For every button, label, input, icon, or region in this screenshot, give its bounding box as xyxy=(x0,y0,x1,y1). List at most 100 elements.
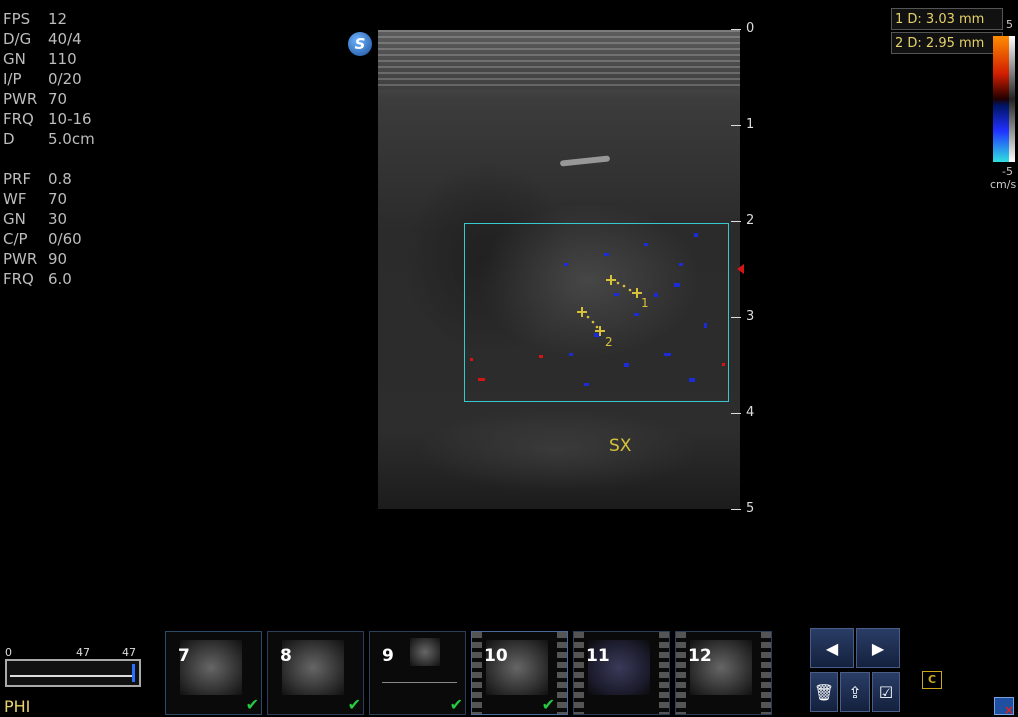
param-key: PRF xyxy=(3,170,32,188)
check-icon: ✔ xyxy=(541,695,555,714)
thumbnail-cine[interactable]: 10 ✔ xyxy=(471,631,568,715)
param-row: PWR 90 xyxy=(3,249,67,269)
prev-page-button[interactable]: ◀ xyxy=(810,628,854,668)
delete-button[interactable]: 🗑 xyxy=(810,672,838,712)
param-key: PWR xyxy=(3,250,38,268)
param-value: 30 xyxy=(48,210,68,228)
measurement-result-1: 1 D: 3.03 mm xyxy=(891,8,1003,30)
param-value: 90 xyxy=(48,250,68,268)
caliper-label-1: 1 xyxy=(641,296,649,310)
param-key: WF xyxy=(3,190,27,208)
param-value: 70 xyxy=(48,190,68,208)
clip-icon[interactable]: C xyxy=(922,671,942,689)
depth-tick xyxy=(731,125,741,126)
thumbnail-number: 9 xyxy=(382,646,394,666)
param-key: FRQ xyxy=(3,110,34,128)
phi-mid-label: 47 xyxy=(76,646,90,659)
param-key: GN xyxy=(3,50,26,68)
select-list-button[interactable]: ☑ xyxy=(872,672,900,712)
param-row: I/P 0/20 xyxy=(3,69,82,89)
param-value: 40/4 xyxy=(48,30,82,48)
param-value: 0/20 xyxy=(48,70,82,88)
grayscale-bar xyxy=(1009,36,1015,162)
param-row: FRQ 10-16 xyxy=(3,109,92,129)
param-key: PWR xyxy=(3,90,38,108)
param-value: 10-16 xyxy=(48,110,92,128)
thumbnail-number: 10 xyxy=(484,646,508,666)
param-key: C/P xyxy=(3,230,28,248)
caliper-label-2: 2 xyxy=(605,335,613,349)
thumbnail[interactable]: 7 ✔ xyxy=(165,631,262,715)
param-value: 6.0 xyxy=(48,270,72,288)
param-row: FRQ 6.0 xyxy=(3,269,72,289)
depth-label: 2 xyxy=(746,213,755,228)
depth-tick xyxy=(731,509,741,510)
depth-label: 0 xyxy=(746,21,755,36)
param-row: GN 110 xyxy=(3,49,77,69)
arrow-right-icon: ▶ xyxy=(871,638,885,658)
phi-slider-track xyxy=(10,675,132,677)
check-icon: ✔ xyxy=(245,695,259,714)
param-key: FPS xyxy=(3,10,31,28)
param-key: D xyxy=(3,130,15,148)
checklist-icon: ☑ xyxy=(878,682,894,702)
measurement-result-2: 2 D: 2.95 mm xyxy=(891,32,1003,54)
phi-slider[interactable] xyxy=(5,659,141,687)
depth-label: 3 xyxy=(746,309,755,324)
arrow-left-icon: ◀ xyxy=(825,638,839,658)
depth-label: 1 xyxy=(746,117,755,132)
param-key: GN xyxy=(3,210,26,228)
thumbnail-number: 8 xyxy=(280,646,292,666)
thumbnail-cine[interactable]: 12 xyxy=(675,631,772,715)
depth-tick xyxy=(731,317,741,318)
phi-max-label: 47 xyxy=(122,646,136,659)
thumbnail[interactable]: 9 ✔ xyxy=(369,631,466,715)
param-value: 0.8 xyxy=(48,170,72,188)
param-row: WF 70 xyxy=(3,189,67,209)
param-key: FRQ xyxy=(3,270,34,288)
scale-unit-label: cm/s xyxy=(990,178,1017,191)
check-icon: ✔ xyxy=(347,695,361,714)
depth-tick xyxy=(731,29,741,30)
param-value: 0/60 xyxy=(48,230,82,248)
export-icon: ⇪ xyxy=(848,682,862,702)
param-value: 12 xyxy=(48,10,68,28)
focus-marker-icon[interactable] xyxy=(737,264,744,274)
network-disconnected-icon[interactable]: × xyxy=(994,697,1014,717)
thumbnail[interactable]: 8 ✔ xyxy=(267,631,364,715)
depth-label: 4 xyxy=(746,405,755,420)
body-marker-annotation[interactable]: SX xyxy=(609,436,631,456)
depth-tick xyxy=(731,221,741,222)
param-value: 70 xyxy=(48,90,68,108)
param-row: PRF 0.8 xyxy=(3,169,72,189)
thumbnail-image xyxy=(410,638,440,666)
param-value: 110 xyxy=(48,50,77,68)
depth-tick xyxy=(731,413,741,414)
scale-bottom-label: -5 xyxy=(1002,165,1013,178)
param-value: 5.0cm xyxy=(48,130,95,148)
param-row: C/P 0/60 xyxy=(3,229,82,249)
thumbnail-number: 7 xyxy=(178,646,190,666)
export-button[interactable]: ⇪ xyxy=(840,672,870,712)
thumbnail-waveform xyxy=(382,682,457,693)
color-velocity-scale xyxy=(993,36,1009,162)
depth-label: 5 xyxy=(746,501,755,516)
phi-min-label: 0 xyxy=(5,646,12,659)
thumbnail-number: 11 xyxy=(586,646,610,666)
s-logo-icon[interactable]: S xyxy=(348,32,372,56)
param-key: I/P xyxy=(3,70,22,88)
scale-top-label: 5 xyxy=(1006,18,1013,31)
check-icon: ✔ xyxy=(449,695,463,714)
phi-label: PHI xyxy=(4,697,31,716)
phi-slider-handle[interactable] xyxy=(132,664,135,682)
thumbnail-number: 12 xyxy=(688,646,712,666)
thumbnail-cine[interactable]: 11 xyxy=(573,631,670,715)
next-page-button[interactable]: ▶ xyxy=(856,628,900,668)
param-row: FPS 12 xyxy=(3,9,67,29)
param-row: D 5.0cm xyxy=(3,129,95,149)
param-row: GN 30 xyxy=(3,209,67,229)
param-key: D/G xyxy=(3,30,32,48)
param-row: D/G 40/4 xyxy=(3,29,82,49)
trash-icon: 🗑 xyxy=(813,682,835,702)
param-row: PWR 70 xyxy=(3,89,67,109)
